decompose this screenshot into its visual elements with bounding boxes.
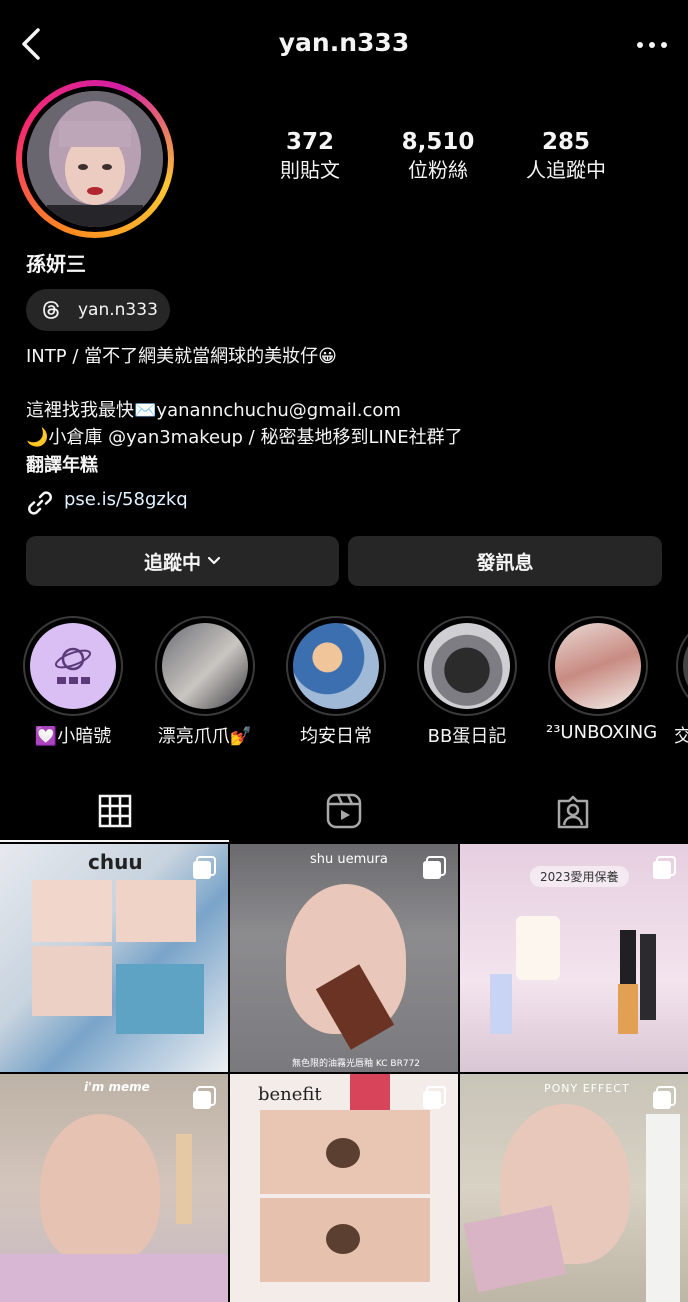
threads-badge[interactable]: yan.n333 — [26, 289, 170, 331]
highlight-label: 💟小暗號 — [34, 726, 112, 747]
highlight-item[interactable]: 交 — [674, 616, 688, 748]
reels-icon — [326, 793, 361, 829]
multiple-posts-icon — [423, 856, 446, 879]
profile-avatar[interactable] — [16, 80, 174, 238]
highlight-item[interactable]: BB蛋日記 — [415, 616, 519, 748]
post-thumbnail[interactable]: benefit — [230, 1074, 458, 1302]
link-text: pse.is/58gzkq — [64, 489, 188, 510]
highlight-label: BB蛋日記 — [427, 726, 507, 747]
profile-username-title: yan.n333 — [278, 28, 410, 57]
highlight-item[interactable]: ²³UNBOXING — [546, 616, 658, 743]
display-name: 孫妍三 — [26, 252, 86, 276]
threads-handle: yan.n333 — [78, 300, 158, 320]
highlight-item[interactable]: 漂亮爪爪💅 — [153, 616, 257, 748]
link-icon — [28, 491, 52, 515]
tab-posts-grid[interactable] — [0, 780, 229, 842]
multiple-posts-icon — [193, 1086, 216, 1109]
post-thumbnail[interactable]: chuu — [0, 844, 228, 1072]
active-tab-indicator — [0, 840, 229, 842]
multiple-posts-icon — [653, 1086, 676, 1109]
multiple-posts-icon — [423, 1086, 446, 1109]
posts-count[interactable]: 372 則貼文 — [245, 127, 375, 183]
bio-line-3[interactable]: 🌙小倉庫 @yan3makeup / 秘密基地移到LINE社群了 — [26, 425, 463, 451]
followers-count[interactable]: 8,510 位粉絲 — [373, 127, 503, 183]
tab-tagged[interactable] — [458, 780, 687, 842]
highlight-label: 均安日常 — [300, 726, 372, 747]
highlight-label: ²³UNBOXING — [546, 722, 658, 743]
highlight-item[interactable]: 均安日常 — [284, 616, 388, 748]
threads-icon — [43, 301, 59, 319]
more-options-icon[interactable] — [634, 30, 670, 60]
highlight-item[interactable]: 💟小暗號 — [21, 616, 125, 748]
tab-reels[interactable] — [229, 780, 458, 842]
highlight-label: 交 — [674, 726, 688, 747]
post-thumbnail[interactable]: PONY EFFECT — [460, 1074, 688, 1302]
post-thumbnail[interactable]: i'm meme — [0, 1074, 228, 1302]
post-thumbnail[interactable]: 2023愛用保養 — [460, 844, 688, 1072]
bio-line-1: INTP / 當不了網美就當網球的美妝仔😀 — [26, 346, 337, 367]
following-button[interactable]: 追蹤中 — [26, 536, 339, 586]
message-button[interactable]: 發訊息 — [348, 536, 662, 586]
multiple-posts-icon — [653, 856, 676, 879]
grid-icon — [98, 794, 131, 828]
avatar-photo — [27, 91, 163, 227]
post-thumbnail[interactable]: shu uemura 無色限的油霧光唇釉 KC BR772 — [230, 844, 458, 1072]
planet-icon — [54, 647, 92, 684]
bio-line-2[interactable]: 這裡找我最快✉️yanannchuchu@gmail.com — [26, 398, 401, 424]
translate-link[interactable]: 翻譯年糕 — [26, 453, 98, 479]
chevron-down-icon — [207, 556, 221, 565]
multiple-posts-icon — [193, 856, 216, 879]
tagged-person-icon — [557, 795, 588, 829]
profile-tabs — [0, 780, 688, 842]
highlight-label: 漂亮爪爪💅 — [157, 726, 253, 747]
following-count[interactable]: 285 人追蹤中 — [501, 127, 631, 183]
